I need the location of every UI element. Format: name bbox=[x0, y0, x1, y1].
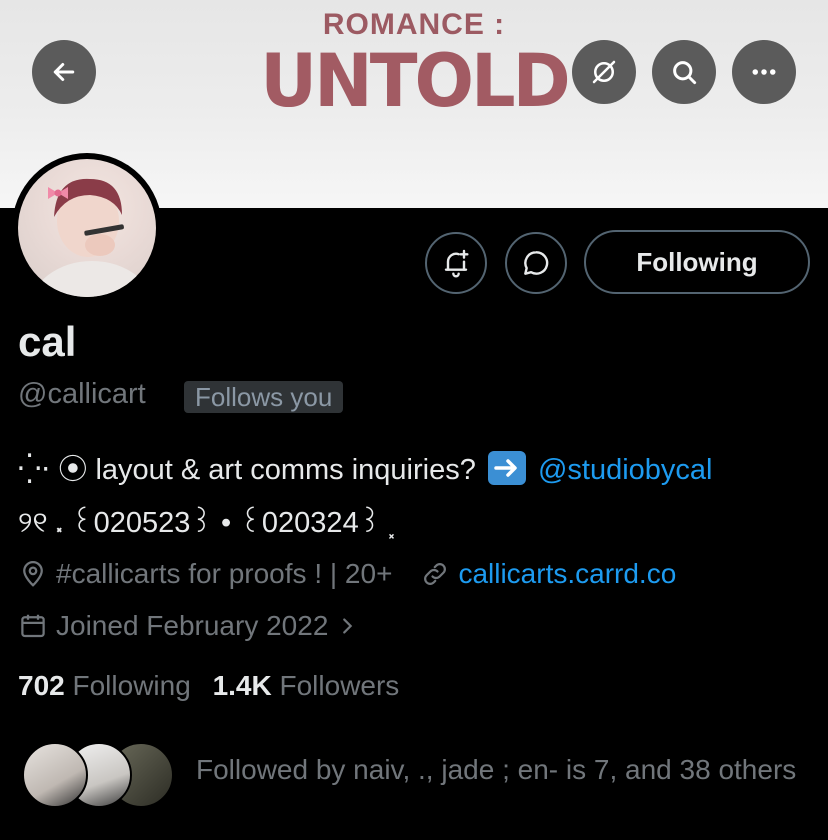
bell-plus-icon bbox=[444, 249, 469, 278]
bell-slash-icon bbox=[592, 60, 616, 84]
bio-line-2: ୨୧ ⸼ ꒰020523꒱ • ꒰020324꒱ ⸼ bbox=[18, 507, 397, 539]
website-link[interactable]: callicarts.carrd.co bbox=[458, 558, 676, 590]
follow-counts: 702 Following 1.4K Followers bbox=[18, 670, 399, 702]
chevron-right-icon bbox=[343, 618, 353, 634]
display-name: cal bbox=[18, 318, 77, 365]
followers-label: Followers bbox=[279, 670, 400, 701]
search-icon bbox=[673, 61, 697, 85]
subscribe-notifications-button[interactable] bbox=[425, 232, 487, 294]
calendar-icon bbox=[21, 614, 45, 638]
bio-line-1: ⁛⋅ ⦿ layout & art comms inquiries? @stud… bbox=[18, 446, 712, 488]
ellipsis-icon bbox=[752, 69, 776, 75]
avatar-image bbox=[18, 159, 156, 297]
profile-meta-location: #callicarts for proofs ! | 20+ callicart… bbox=[18, 558, 676, 590]
bio-text: ⁛⋅ ⦿ layout & art comms inquiries? bbox=[18, 454, 476, 486]
more-button[interactable] bbox=[732, 40, 796, 104]
user-handle: @callicart bbox=[18, 378, 146, 410]
banner-subtitle: ROMANCE : bbox=[322, 8, 506, 41]
follower-avatar bbox=[22, 742, 88, 808]
following-count: 702 bbox=[18, 670, 65, 701]
back-button[interactable] bbox=[32, 40, 96, 104]
message-button[interactable] bbox=[505, 232, 567, 294]
bio-mention-link[interactable]: @studiobycal bbox=[538, 454, 713, 486]
avatar[interactable] bbox=[12, 153, 162, 303]
follows-you-badge: Follows you bbox=[184, 381, 344, 413]
following-label: Following bbox=[72, 670, 191, 701]
following-button[interactable]: Following bbox=[584, 230, 810, 294]
followers-count-link[interactable]: 1.4K Followers bbox=[213, 670, 400, 701]
notifications-off-button[interactable] bbox=[572, 40, 636, 104]
followers-count: 1.4K bbox=[212, 670, 272, 701]
following-count-link[interactable]: 702 Following bbox=[18, 670, 191, 701]
arrow-left-icon bbox=[53, 63, 75, 81]
right-arrow-emoji-icon bbox=[487, 451, 526, 485]
location-pin-icon bbox=[23, 561, 43, 587]
search-button[interactable] bbox=[652, 40, 716, 104]
link-icon bbox=[424, 563, 447, 585]
chat-bubble-icon bbox=[524, 251, 549, 275]
joined-text: Joined February 2022 bbox=[56, 610, 329, 641]
followed-by-text[interactable]: Followed by naiv, ., jade ; en- is 7, an… bbox=[196, 754, 796, 786]
profile-meta-joined[interactable]: Joined February 2022 bbox=[18, 610, 366, 642]
location-text: #callicarts for proofs ! | 20+ bbox=[56, 558, 393, 589]
